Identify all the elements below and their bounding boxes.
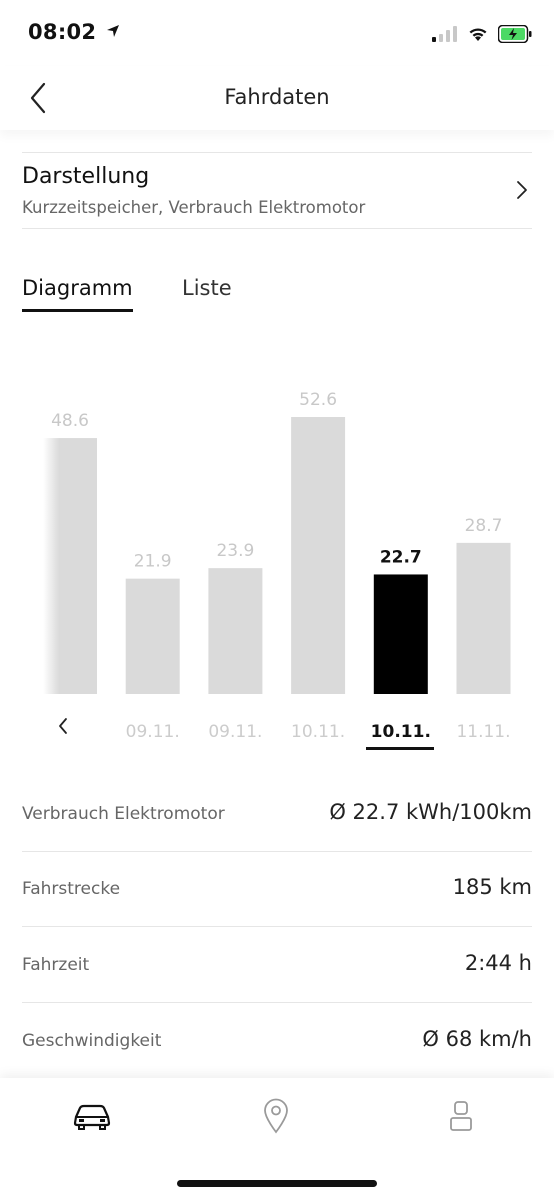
chart-value-label: 52.6 bbox=[299, 390, 337, 410]
chart-date-label[interactable]: 09.11. bbox=[208, 722, 262, 742]
chart-bar-selected[interactable] bbox=[373, 574, 428, 694]
chart-value-label: 48.6 bbox=[51, 411, 89, 431]
car-icon bbox=[73, 1104, 111, 1130]
battery-charging-icon bbox=[498, 25, 532, 43]
status-bar: 08:02 bbox=[0, 0, 554, 66]
divider bbox=[22, 228, 532, 229]
bottom-tab-bar bbox=[0, 1078, 554, 1200]
selected-date-indicator bbox=[366, 747, 434, 750]
display-setting-row[interactable]: Darstellung Kurzzeitspeicher, Verbrauch … bbox=[0, 152, 554, 230]
metric-label: Fahrstrecke bbox=[22, 879, 121, 899]
chevron-right-icon bbox=[517, 181, 527, 199]
chart-date-label[interactable]: 09.11. bbox=[126, 722, 180, 742]
user-icon bbox=[450, 1101, 472, 1131]
chart-value-label: 28.7 bbox=[465, 516, 503, 536]
metric-label: Verbrauch Elektromotor bbox=[22, 804, 225, 824]
chart-value-label: 21.9 bbox=[134, 552, 172, 572]
metric-row: Verbrauch Elektromotor Ø 22.7 kWh/100km bbox=[0, 776, 554, 852]
tab-map[interactable] bbox=[252, 1096, 300, 1136]
metric-value: 2:44 h bbox=[464, 951, 532, 975]
chart-bar[interactable] bbox=[125, 578, 180, 694]
chart-date-label-selected[interactable]: 10.11. bbox=[371, 722, 431, 742]
status-icons bbox=[432, 22, 532, 46]
consumption-chart: 48.6 21.9 09.11. 23.9 09.11. 52.6 10.11. 22.7 10… bbox=[0, 360, 554, 760]
chart-bar[interactable] bbox=[208, 568, 263, 694]
chart-value-label: 23.9 bbox=[216, 541, 254, 561]
location-arrow-icon bbox=[106, 25, 119, 37]
metric-row: Fahrstrecke 185 km bbox=[0, 851, 554, 927]
metric-label: Geschwindigkeit bbox=[22, 1031, 162, 1051]
metric-label: Fahrzeit bbox=[22, 955, 90, 975]
metric-value: Ø 68 km/h bbox=[422, 1027, 532, 1051]
home-indicator bbox=[177, 1180, 377, 1187]
tab-diagramm[interactable]: Diagramm bbox=[22, 276, 133, 312]
chart-bar[interactable] bbox=[456, 542, 511, 694]
nav-bar: Fahrdaten bbox=[0, 66, 554, 130]
tab-profile[interactable] bbox=[437, 1096, 485, 1136]
location-pin-icon bbox=[264, 1098, 288, 1134]
tab-vehicle[interactable] bbox=[68, 1096, 116, 1136]
signal-icon bbox=[432, 26, 457, 42]
metric-row: Fahrzeit 2:44 h bbox=[0, 927, 554, 1003]
metric-value: Ø 22.7 kWh/100km bbox=[329, 800, 532, 824]
chevron-left-icon bbox=[59, 718, 67, 734]
chart-bar[interactable] bbox=[291, 417, 346, 694]
chart-value-label: 22.7 bbox=[380, 547, 422, 567]
wifi-icon bbox=[469, 28, 487, 41]
metric-row: Geschwindigkeit Ø 68 km/h bbox=[0, 1003, 554, 1079]
chart-bar[interactable] bbox=[43, 438, 97, 694]
chart-date-label[interactable]: 11.11. bbox=[456, 722, 510, 742]
metric-value: 185 km bbox=[452, 875, 532, 899]
display-setting-subtitle: Kurzzeitspeicher, Verbrauch Elektromotor bbox=[22, 198, 366, 217]
tab-liste[interactable]: Liste bbox=[182, 276, 232, 300]
chart-date-label[interactable]: 10.11. bbox=[291, 722, 345, 742]
status-time: 08:02 bbox=[28, 20, 120, 44]
status-time-text: 08:02 bbox=[28, 20, 97, 44]
display-setting-title: Darstellung bbox=[22, 164, 150, 189]
chart-previous-button[interactable] bbox=[58, 717, 88, 747]
page-title: Fahrdaten bbox=[224, 85, 330, 109]
bar-chart: 48.6 21.9 09.11. 23.9 09.11. 52.6 10.11. 22.7 10… bbox=[43, 390, 511, 742]
